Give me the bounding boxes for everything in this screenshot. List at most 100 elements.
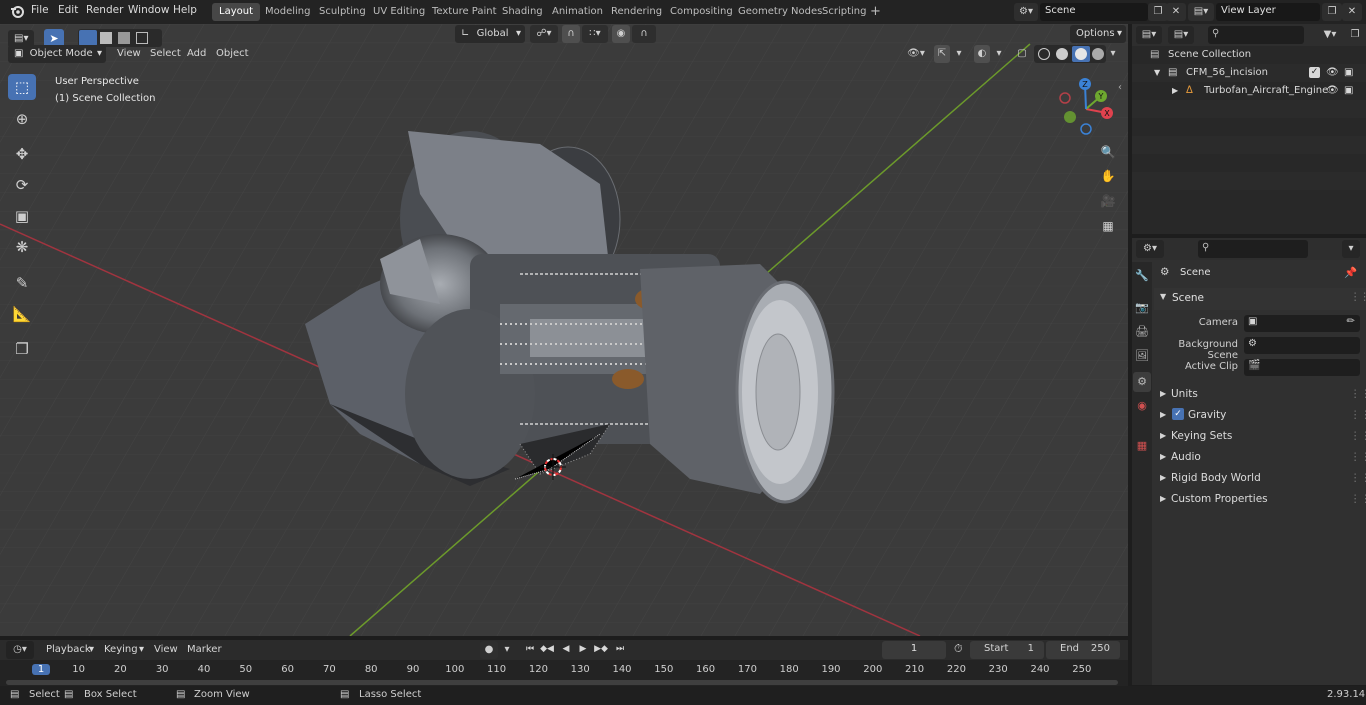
- properties-options-icon[interactable]: ▾: [1342, 240, 1360, 258]
- tab-layout[interactable]: Layout: [212, 3, 260, 21]
- tab-sculpting[interactable]: Sculpting: [312, 3, 373, 21]
- perspective-toggle-icon[interactable]: ▦: [1097, 215, 1119, 237]
- close-view-layer-icon[interactable]: ✕: [1342, 3, 1362, 21]
- properties-editor-type-icon[interactable]: ⚙▾: [1136, 240, 1164, 258]
- menu-render[interactable]: Render: [86, 4, 123, 16]
- close-scene-icon[interactable]: ✕: [1166, 3, 1186, 21]
- view-menu[interactable]: View: [111, 45, 147, 63]
- tab-texture-paint[interactable]: Texture Paint: [425, 3, 504, 21]
- pin-icon[interactable]: 📌: [1344, 266, 1357, 279]
- tab-uv-editing[interactable]: UV Editing: [366, 3, 432, 21]
- shading-mode-buttons[interactable]: [1034, 45, 1106, 63]
- texture-tab-icon[interactable]: ▦: [1133, 436, 1151, 456]
- custom-properties-panel-header[interactable]: ▶ Custom Properties ⋮⋮: [1154, 491, 1366, 512]
- options-dropdown[interactable]: Options ▾: [1070, 25, 1126, 43]
- outliner-row-turbofan[interactable]: ▶ ᐃ Turbofan_Aircraft_Engine 👁 ▣: [1132, 82, 1366, 100]
- proportional-edit-icon[interactable]: ◉: [612, 25, 630, 43]
- add-cube-tool-icon[interactable]: ❐: [8, 336, 36, 362]
- gravity-panel-header[interactable]: ▶ ✓ Gravity ⋮⋮: [1154, 407, 1366, 428]
- tool-tab-icon[interactable]: 🔧: [1133, 266, 1151, 286]
- object-mode-dropdown[interactable]: ▣ Object Mode ▾: [8, 45, 106, 63]
- annotate-tool-icon[interactable]: ✎: [8, 270, 36, 296]
- transform-tool-icon[interactable]: ❋: [8, 234, 36, 260]
- tab-rendering[interactable]: Rendering: [604, 3, 669, 21]
- pan-view-icon[interactable]: ✋: [1097, 165, 1119, 187]
- expand-arrow-icon[interactable]: ▶: [1172, 82, 1178, 100]
- menu-help[interactable]: Help: [173, 4, 197, 16]
- pivot-point-icon[interactable]: ☍▾: [530, 25, 558, 43]
- view-layer-browse-icon[interactable]: ▤▾: [1188, 3, 1214, 21]
- overlays-dropdown-icon[interactable]: ▾: [992, 45, 1006, 63]
- menu-file[interactable]: File: [31, 4, 49, 16]
- drag-handle-icon[interactable]: ⋮⋮: [1350, 430, 1366, 442]
- display-mode-icon[interactable]: ▤▾: [1168, 26, 1194, 44]
- new-collection-icon[interactable]: ❐: [1346, 26, 1364, 44]
- select-box-tool-icon[interactable]: ⬚: [8, 74, 36, 100]
- wireframe-shading-icon[interactable]: [1038, 48, 1050, 60]
- add-workspace-icon[interactable]: +: [870, 4, 881, 19]
- audio-panel-header[interactable]: ▶ Audio ⋮⋮: [1154, 449, 1366, 470]
- select-new-icon[interactable]: [79, 30, 97, 46]
- keying-sets-panel-header[interactable]: ▶ Keying Sets ⋮⋮: [1154, 428, 1366, 449]
- outliner-editor-type-icon[interactable]: ▤▾: [1136, 26, 1162, 44]
- copy-view-layer-icon[interactable]: ❐: [1322, 3, 1342, 21]
- drag-handle-icon[interactable]: ⋮⋮: [1350, 472, 1366, 484]
- material-shading-icon[interactable]: [1072, 46, 1090, 62]
- select-extend-icon[interactable]: [100, 32, 112, 44]
- drag-handle-icon[interactable]: ⋮⋮: [1350, 291, 1366, 303]
- render-tab-icon[interactable]: 📷: [1133, 298, 1151, 318]
- current-frame-indicator[interactable]: 1: [32, 664, 50, 675]
- timeline-scrollbar[interactable]: [6, 680, 1118, 685]
- snap-icon[interactable]: ∩: [562, 25, 580, 43]
- add-menu[interactable]: Add: [181, 45, 212, 63]
- outliner-search-input[interactable]: ⚲: [1208, 26, 1304, 44]
- expand-arrow-icon[interactable]: ▼: [1154, 64, 1160, 82]
- scene-field[interactable]: Scene: [1040, 3, 1148, 21]
- world-tab-icon[interactable]: ◉: [1133, 396, 1151, 416]
- outliner-row-cfm56[interactable]: ▼ ▤ CFM_56_incision ✓ 👁 ▣: [1132, 64, 1366, 82]
- drag-handle-icon[interactable]: ⋮⋮: [1350, 388, 1366, 400]
- select-invert-icon[interactable]: [136, 32, 148, 44]
- zoom-view-icon[interactable]: 🔍: [1097, 141, 1119, 163]
- snap-target-icon[interactable]: ∷▾: [582, 25, 608, 43]
- gizmo-dropdown-icon[interactable]: ▾: [952, 45, 966, 63]
- eye-icon[interactable]: 👁: [1326, 64, 1339, 82]
- navigation-gizmo[interactable]: X Y Z: [1056, 76, 1122, 142]
- view-layer-field[interactable]: View Layer: [1216, 3, 1320, 21]
- solid-shading-icon[interactable]: [1056, 48, 1068, 60]
- active-clip-field[interactable]: 🎬: [1244, 359, 1360, 376]
- outliner-row-scene-collection[interactable]: ▤ Scene Collection: [1132, 46, 1366, 64]
- filter-icon[interactable]: ▼▾: [1316, 26, 1344, 44]
- 3d-viewport[interactable]: ▤▾ ➤ ∟ Global ▾ ☍▾ ∩ ∷▾ ◉ ∩ Options ▾ ▣ …: [0, 24, 1128, 636]
- transform-orientation-dropdown[interactable]: ∟ Global ▾: [455, 25, 525, 43]
- menu-edit[interactable]: Edit: [58, 4, 78, 16]
- camera-view-icon[interactable]: 🎥: [1097, 190, 1119, 212]
- measure-tool-icon[interactable]: 📐: [8, 301, 36, 327]
- move-tool-icon[interactable]: ✥: [8, 141, 36, 167]
- properties-search-input[interactable]: ⚲: [1198, 240, 1308, 258]
- scene-panel-header[interactable]: ▼ Scene ⋮⋮: [1154, 288, 1366, 310]
- gravity-checkbox[interactable]: ✓: [1172, 408, 1184, 420]
- eyedropper-icon[interactable]: ✏: [1347, 316, 1355, 327]
- blender-logo-icon[interactable]: [10, 4, 24, 18]
- overlays-toggle-icon[interactable]: ◐: [974, 45, 990, 63]
- select-subtract-icon[interactable]: [118, 32, 130, 44]
- sidebar-toggle-icon[interactable]: ‹: [1118, 82, 1122, 93]
- scale-tool-icon[interactable]: ▣: [8, 203, 36, 229]
- drag-handle-icon[interactable]: ⋮⋮: [1350, 409, 1366, 421]
- camera-icon[interactable]: ▣: [1344, 64, 1353, 82]
- units-panel-header[interactable]: ▶ Units ⋮⋮: [1154, 386, 1366, 407]
- copy-scene-icon[interactable]: ❐: [1148, 3, 1168, 21]
- scene-browse-icon[interactable]: ⚙▾: [1014, 3, 1038, 21]
- visibility-icon[interactable]: 👁▾: [902, 45, 930, 63]
- view-layer-tab-icon[interactable]: 🖼: [1133, 346, 1151, 366]
- tab-scripting[interactable]: Scripting: [815, 3, 873, 21]
- shading-dropdown-icon[interactable]: ▾: [1106, 45, 1120, 63]
- drag-handle-icon[interactable]: ⋮⋮: [1350, 493, 1366, 505]
- include-checkbox[interactable]: ✓: [1309, 67, 1320, 78]
- rigid-body-world-panel-header[interactable]: ▶ Rigid Body World ⋮⋮: [1154, 470, 1366, 491]
- proportional-falloff-icon[interactable]: ∩: [632, 25, 656, 43]
- camera-field[interactable]: ▣ ✏: [1244, 315, 1360, 332]
- tab-compositing[interactable]: Compositing: [663, 3, 740, 21]
- menu-window[interactable]: Window: [128, 4, 169, 16]
